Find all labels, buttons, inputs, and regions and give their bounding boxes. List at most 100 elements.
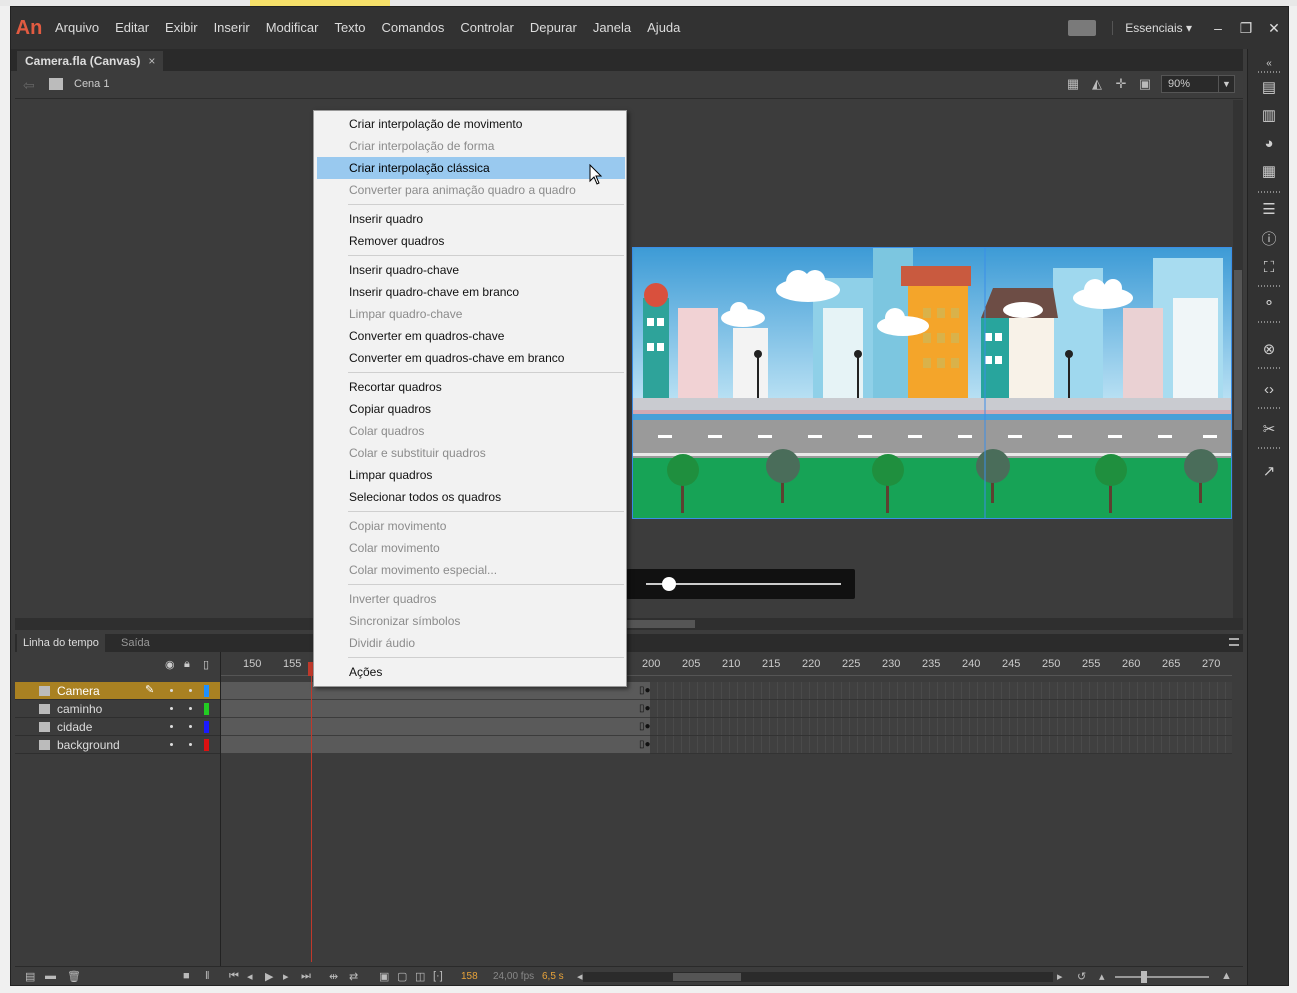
- visibility-dot[interactable]: [170, 707, 173, 710]
- stage-canvas[interactable]: [632, 247, 1232, 519]
- menu-inserir[interactable]: Inserir: [206, 7, 258, 49]
- info-icon[interactable]: ⓘ: [1260, 231, 1278, 249]
- menu-ajuda[interactable]: Ajuda: [639, 7, 688, 49]
- layer-depth-icon[interactable]: ‖: [205, 970, 210, 982]
- layer-name[interactable]: cidade: [57, 720, 92, 734]
- timeline-zoom-slider[interactable]: [1115, 971, 1209, 983]
- end-frame-marker[interactable]: ▯●: [639, 718, 651, 736]
- current-frame[interactable]: 158: [461, 971, 478, 982]
- new-folder-icon[interactable]: ▬: [45, 970, 56, 982]
- slider-knob[interactable]: [662, 577, 676, 591]
- empty-frames[interactable]: [650, 700, 1232, 718]
- camera-zoom-slider[interactable]: [626, 569, 855, 599]
- zoom-out-icon[interactable]: ▴: [1099, 970, 1105, 983]
- go-to-last-icon[interactable]: ⏭: [301, 970, 311, 983]
- layer-name[interactable]: caminho: [57, 702, 102, 716]
- new-layer-icon[interactable]: ▤: [25, 970, 35, 983]
- panel-menu-icon[interactable]: [1229, 638, 1239, 646]
- close-tab-icon[interactable]: ×: [148, 54, 155, 68]
- minimize-button[interactable]: –: [1204, 20, 1232, 36]
- visibility-dot[interactable]: [170, 689, 173, 692]
- menu-exibir[interactable]: Exibir: [157, 7, 206, 49]
- swatches-icon[interactable]: ▦: [1260, 163, 1278, 181]
- eye-icon[interactable]: ◉: [165, 658, 175, 671]
- camera-tool-icon[interactable]: ■: [183, 970, 190, 982]
- menu-editar[interactable]: Editar: [107, 7, 157, 49]
- properties-icon[interactable]: ▤: [1260, 79, 1278, 97]
- layer-color-swatch[interactable]: [204, 739, 209, 751]
- menu-janela[interactable]: Janela: [585, 7, 639, 49]
- edit-scene-icon[interactable]: ▦: [1065, 76, 1081, 92]
- stage-vertical-scrollbar[interactable]: [1233, 100, 1243, 618]
- menu-controlar[interactable]: Controlar: [452, 7, 521, 49]
- menu-arquivo[interactable]: Arquivo: [47, 7, 107, 49]
- zoom-select[interactable]: 90% ▼: [1161, 75, 1235, 93]
- delete-layer-icon[interactable]: 🗑︎: [67, 970, 81, 983]
- maximize-button[interactable]: ❐: [1232, 20, 1260, 37]
- timeline-scrollbar[interactable]: [583, 972, 1053, 982]
- step-back-icon[interactable]: ◂: [247, 970, 253, 983]
- library-icon[interactable]: ▥: [1260, 107, 1278, 125]
- menu-item-classic-tween[interactable]: Criar interpolação clássica: [317, 157, 625, 179]
- lock-dot[interactable]: [189, 689, 192, 692]
- edit-symbol-icon[interactable]: ◭: [1089, 76, 1105, 92]
- layer-row-background[interactable]: background: [15, 736, 220, 754]
- menu-item-select-all-frames[interactable]: Selecionar todos os quadros: [317, 486, 625, 508]
- end-frame-marker[interactable]: ▯●: [639, 682, 651, 700]
- frame-rate[interactable]: 24,00 fps: [493, 971, 534, 982]
- zoom-in-icon[interactable]: ▲: [1221, 970, 1232, 982]
- menu-item-motion-tween[interactable]: Criar interpolação de movimento: [317, 113, 625, 135]
- modify-markers-icon[interactable]: [·]: [433, 970, 443, 982]
- frame-span[interactable]: [220, 718, 650, 736]
- lock-dot[interactable]: [189, 743, 192, 746]
- edit-multiple-icon[interactable]: ◫: [415, 970, 425, 983]
- end-frame-marker[interactable]: ▯●: [639, 736, 651, 754]
- menu-comandos[interactable]: Comandos: [374, 7, 453, 49]
- layer-name[interactable]: Camera: [57, 684, 100, 698]
- lock-icon[interactable]: 🔒︎: [184, 658, 190, 671]
- timeline-divider[interactable]: [220, 652, 221, 966]
- empty-frames[interactable]: [650, 718, 1232, 736]
- play-icon[interactable]: ▶: [265, 970, 273, 983]
- lock-dot[interactable]: [189, 707, 192, 710]
- layer-color-swatch[interactable]: [204, 721, 209, 733]
- layer-row-cidade[interactable]: cidade: [15, 718, 220, 736]
- clip-stage-icon[interactable]: ▣: [1137, 76, 1153, 92]
- scroll-left-icon[interactable]: ◂: [577, 970, 583, 983]
- sync-frames-icon[interactable]: ↺: [1077, 970, 1086, 983]
- end-frame-marker[interactable]: ▯●: [639, 700, 651, 718]
- menu-modificar[interactable]: Modificar: [258, 7, 327, 49]
- scroll-right-icon[interactable]: ▸: [1057, 970, 1063, 983]
- visibility-dot[interactable]: [170, 743, 173, 746]
- scroll-thumb[interactable]: [1234, 270, 1242, 430]
- layer-row-camera[interactable]: Camera ✎: [15, 682, 220, 700]
- layer-color-swatch[interactable]: [204, 703, 209, 715]
- center-frame-icon[interactable]: ⇹: [329, 970, 338, 983]
- code-snippets-icon[interactable]: ‹›: [1260, 381, 1278, 399]
- empty-frames[interactable]: [650, 736, 1232, 754]
- go-to-first-icon[interactable]: ⏮: [229, 970, 239, 983]
- onion-skin-icon[interactable]: ▣: [379, 970, 389, 983]
- menu-item-copy-frames[interactable]: Copiar quadros: [317, 398, 625, 420]
- menu-item-convert-blank-keyframes[interactable]: Converter em quadros-chave em branco: [317, 347, 625, 369]
- menu-item-clear-frames[interactable]: Limpar quadros: [317, 464, 625, 486]
- workspace-switcher[interactable]: Essenciais ▾: [1112, 21, 1204, 35]
- layer-color-swatch[interactable]: [204, 685, 209, 697]
- visibility-dot[interactable]: [170, 725, 173, 728]
- stage-horizontal-scrollbar[interactable]: [15, 618, 1243, 630]
- close-window-button[interactable]: ✕: [1260, 20, 1288, 37]
- align-icon[interactable]: ☰: [1260, 201, 1278, 219]
- tab-timeline[interactable]: Linha do tempo: [17, 634, 105, 652]
- menu-texto[interactable]: Texto: [326, 7, 373, 49]
- tools-icon[interactable]: ✂: [1260, 421, 1278, 439]
- tab-output[interactable]: Saída: [115, 634, 156, 652]
- color-icon[interactable]: ◕: [1260, 135, 1278, 153]
- scroll-thumb[interactable]: [673, 973, 741, 981]
- layer-name[interactable]: background: [57, 738, 120, 752]
- onion-outline-icon[interactable]: ▢: [397, 970, 407, 983]
- motion-presets-icon[interactable]: ↗: [1260, 463, 1278, 481]
- layer-row-caminho[interactable]: caminho: [15, 700, 220, 718]
- transform-icon[interactable]: ⛶: [1260, 259, 1278, 277]
- menu-item-insert-keyframe[interactable]: Inserir quadro-chave: [317, 259, 625, 281]
- back-arrow-icon[interactable]: ⇦: [23, 77, 35, 94]
